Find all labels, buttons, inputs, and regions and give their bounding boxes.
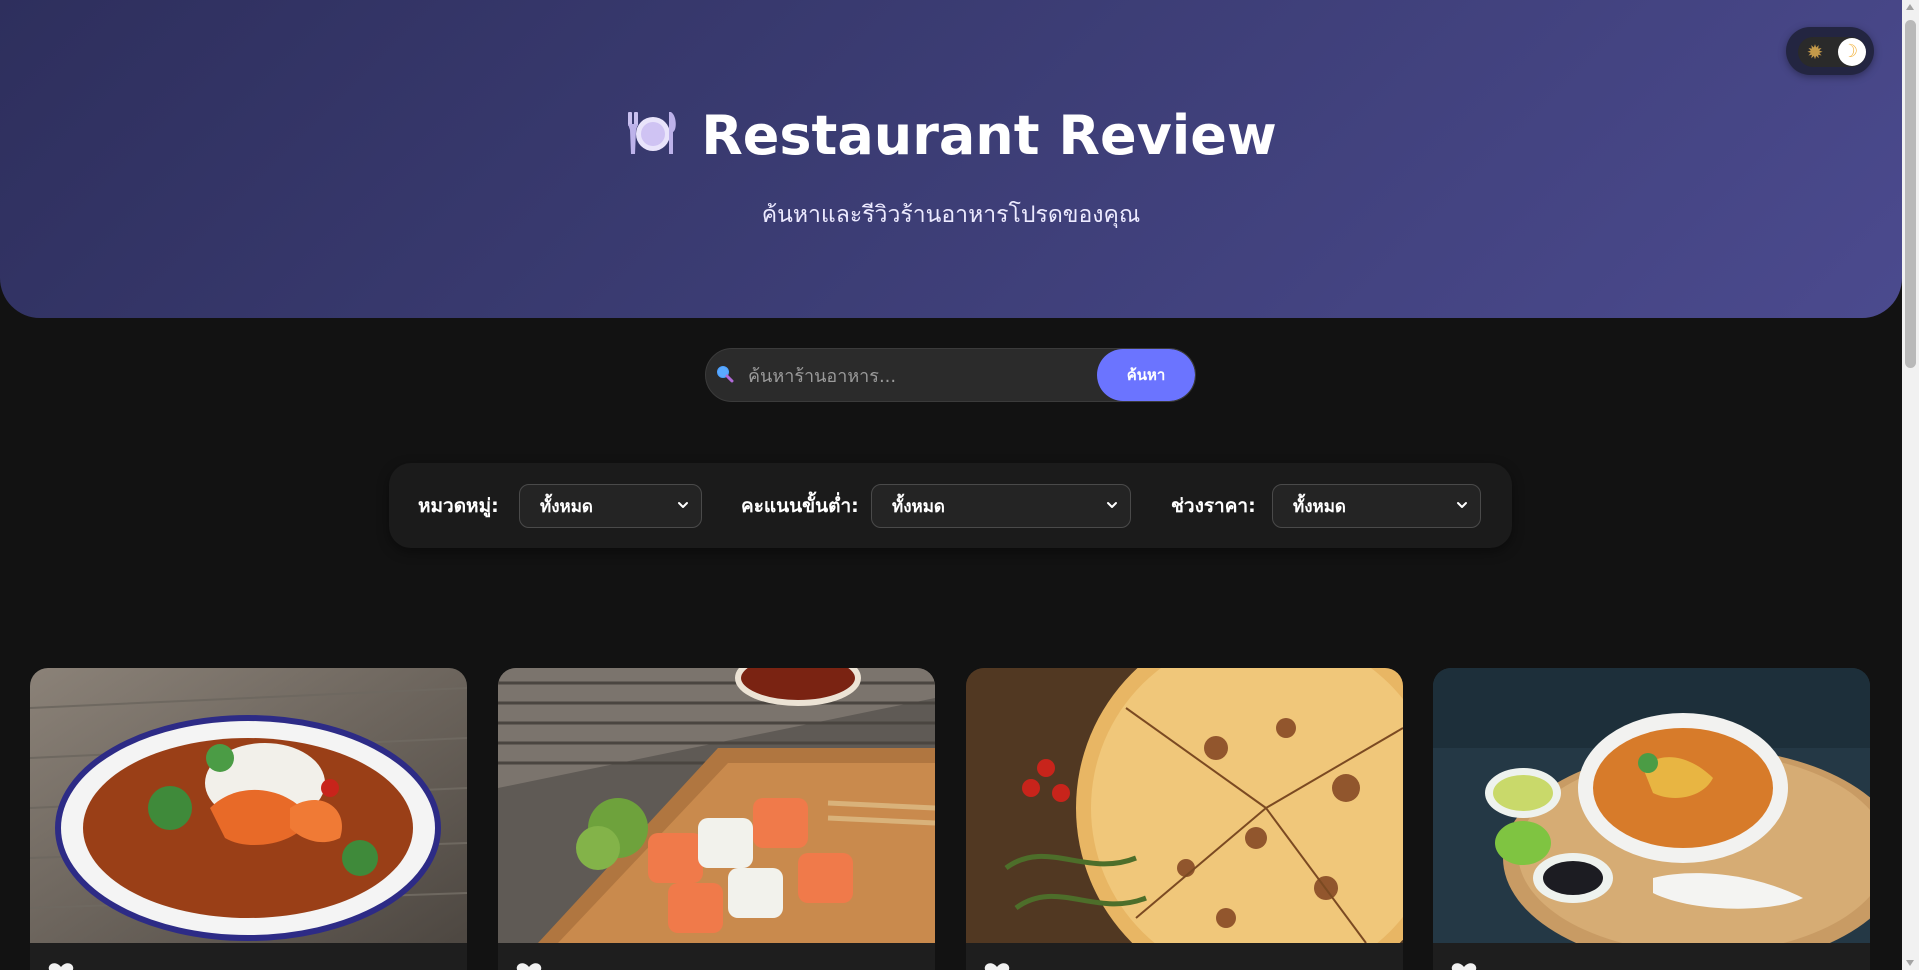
- restaurant-card[interactable]: [498, 668, 935, 970]
- heart-icon[interactable]: [44, 962, 78, 970]
- heart-icon[interactable]: [1447, 962, 1481, 970]
- search-input[interactable]: [746, 349, 1080, 401]
- price-range-filter-label: ช่วงราคา:: [1171, 495, 1256, 517]
- scrollbar-thumb[interactable]: [1905, 20, 1916, 368]
- sun-icon: ✹: [1806, 40, 1824, 64]
- toggle-track[interactable]: ✹ ☽: [1798, 37, 1866, 67]
- category-select[interactable]: ทั้งหมด: [519, 484, 702, 528]
- page-title: Restaurant Review: [0, 96, 1902, 176]
- chevron-down-icon: [678, 502, 688, 508]
- search-bar: ค้นหา: [705, 348, 1196, 402]
- chevron-down-icon: [1457, 502, 1467, 508]
- heart-icon[interactable]: [980, 962, 1014, 970]
- restaurant-card[interactable]: [966, 668, 1403, 970]
- search-icon: [717, 366, 734, 383]
- toggle-knob[interactable]: ☽: [1838, 38, 1866, 66]
- heart-icon[interactable]: [512, 962, 546, 970]
- category-filter-label: หมวดหมู่:: [418, 495, 499, 517]
- restaurant-card[interactable]: [1433, 668, 1870, 970]
- header-hero: Restaurant Review ค้นหาและรีวิวร้านอาหาร…: [0, 0, 1902, 318]
- min-rating-select[interactable]: ทั้งหมด: [871, 484, 1131, 528]
- scrollbar[interactable]: [1902, 0, 1919, 970]
- min-rating-filter-label: คะแนนขั้นต่ำ:: [741, 495, 859, 517]
- theme-toggle[interactable]: ✹ ☽: [1786, 27, 1874, 75]
- page: Restaurant Review ค้นหาและรีวิวร้านอาหาร…: [0, 0, 1919, 970]
- plate-cutlery-icon: [625, 102, 679, 156]
- restaurant-image[interactable]: [1433, 668, 1870, 943]
- scrollbar-down-arrow[interactable]: [1906, 960, 1914, 966]
- restaurant-image[interactable]: [966, 668, 1403, 943]
- scrollbar-up-arrow[interactable]: [1906, 4, 1914, 10]
- filter-panel: หมวดหมู่: ทั้งหมด คะแนนขั้นต่ำ: ทั้งหมด …: [389, 463, 1512, 548]
- price-range-select[interactable]: ทั้งหมด: [1272, 484, 1481, 528]
- price-range-select-value: ทั้งหมด: [1293, 497, 1346, 517]
- min-rating-select-value: ทั้งหมด: [892, 497, 945, 517]
- page-subtitle: ค้นหาและรีวิวร้านอาหารโปรดของคุณ: [761, 202, 1141, 228]
- restaurant-card[interactable]: [30, 668, 467, 970]
- restaurant-image[interactable]: [30, 668, 467, 943]
- restaurant-image[interactable]: [498, 668, 935, 943]
- chevron-down-icon: [1107, 502, 1117, 508]
- category-select-value: ทั้งหมด: [540, 497, 593, 517]
- moon-icon: ☽: [1842, 41, 1859, 62]
- search-button[interactable]: ค้นหา: [1097, 349, 1195, 401]
- title-text: Restaurant Review: [701, 104, 1277, 167]
